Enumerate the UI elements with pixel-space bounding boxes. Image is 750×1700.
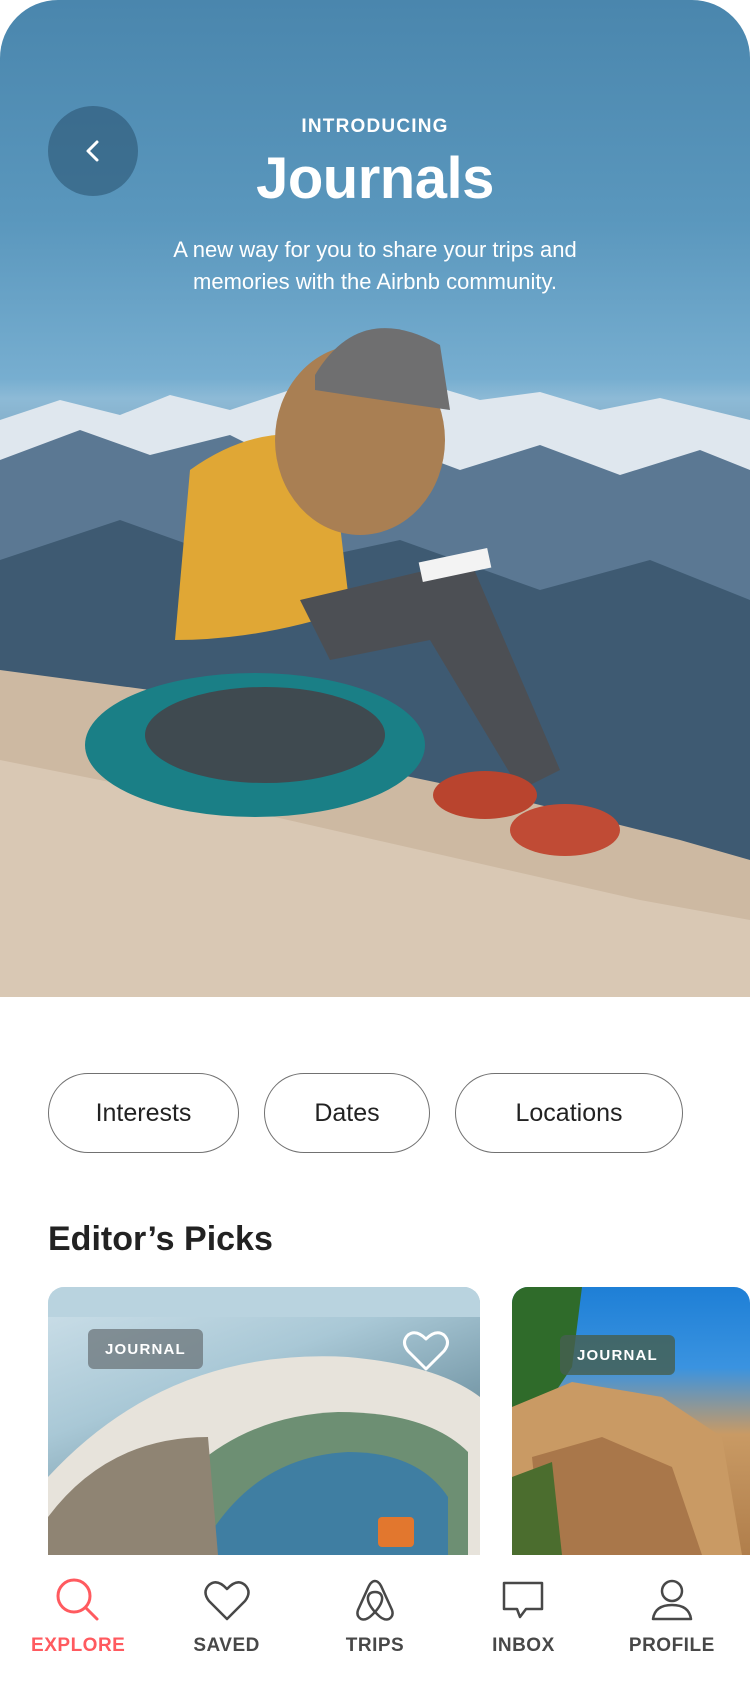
heart-outline-icon — [403, 1331, 449, 1371]
tab-profile[interactable]: PROFILE — [598, 1555, 746, 1700]
tab-explore[interactable]: EXPLORE — [4, 1555, 152, 1700]
journal-card-photo — [512, 1287, 742, 1555]
tab-label: PROFILE — [628, 1635, 715, 1656]
page-title: Journals — [256, 146, 494, 211]
tab-saved[interactable]: SAVED — [152, 1555, 300, 1700]
filter-chip-locations[interactable]: Locations — [455, 1073, 683, 1153]
person-icon — [651, 1579, 693, 1621]
journal-card[interactable]: JOURNAL — [48, 1287, 480, 1555]
tab-inbox[interactable]: INBOX — [449, 1555, 597, 1700]
journal-card[interactable]: JOURNAL — [512, 1287, 750, 1555]
tab-label: SAVED — [193, 1635, 260, 1656]
filter-chip-dates[interactable]: Dates — [264, 1073, 430, 1153]
tab-label: EXPLORE — [31, 1635, 126, 1656]
hero-banner: INTRODUCING Journals A new way for you t… — [0, 0, 750, 997]
hero-subtitle: A new way for you to share your trips an… — [173, 237, 577, 294]
bottom-tab-bar: EXPLORE SAVED TRIPS INBOX PROFILE — [0, 1555, 750, 1700]
tab-label: TRIPS — [345, 1635, 405, 1656]
tab-trips[interactable]: TRIPS — [301, 1555, 449, 1700]
heart-icon — [203, 1581, 250, 1621]
filter-chips: Interests Dates Locations — [48, 1073, 683, 1153]
tab-label: INBOX — [492, 1635, 555, 1656]
journal-card-photo — [48, 1287, 480, 1555]
journals-screen: INTRODUCING Journals A new way for you t… — [0, 0, 750, 1700]
hero-text: INTRODUCING Journals A new way for you t… — [0, 112, 750, 298]
journal-badge: JOURNAL — [560, 1335, 675, 1375]
search-icon — [56, 1578, 99, 1621]
chat-bubble-icon — [503, 1581, 544, 1619]
hero-eyebrow: INTRODUCING — [301, 116, 449, 137]
journal-badge: JOURNAL — [88, 1329, 203, 1369]
filter-chip-interests[interactable]: Interests — [48, 1073, 239, 1153]
save-heart-button[interactable] — [402, 1329, 450, 1373]
editors-picks-title: Editor’s Picks — [48, 1220, 273, 1258]
airbnb-logo-icon — [356, 1579, 394, 1621]
